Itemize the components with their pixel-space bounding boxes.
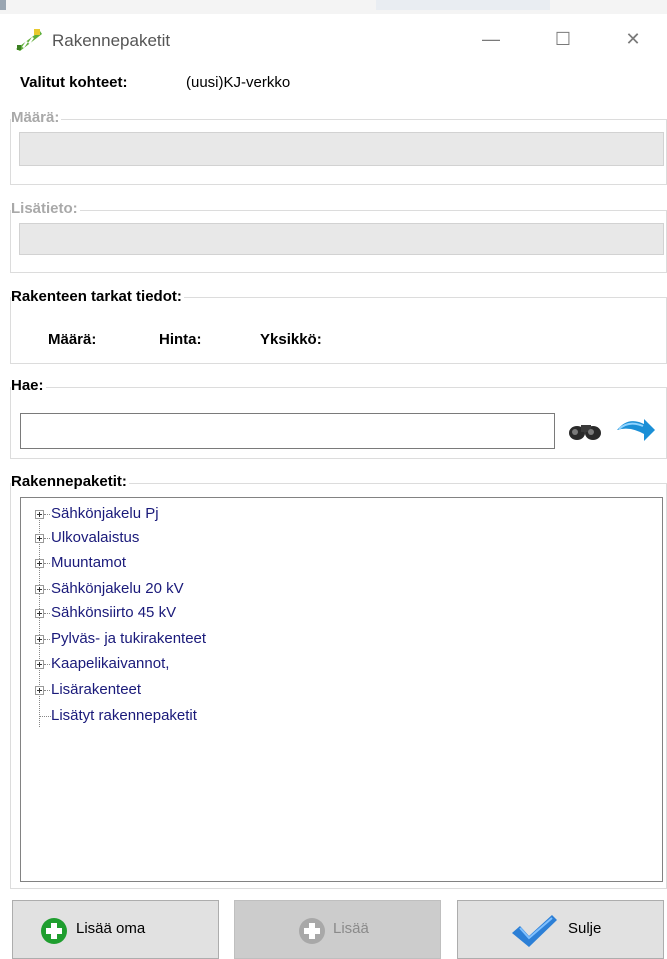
lisatieto-input — [19, 223, 664, 255]
add-own-label: Lisää oma — [76, 920, 146, 937]
search-legend: Hae: — [11, 377, 46, 394]
background-decoration — [376, 0, 550, 10]
binoculars-icon[interactable] — [568, 418, 604, 444]
close-label: Sulje — [568, 920, 602, 937]
lisatieto-legend: Lisätieto: — [11, 200, 80, 217]
add-own-button[interactable]: Lisää oma — [12, 900, 219, 959]
tree-item-label: Muuntamot — [51, 554, 127, 571]
expand-icon[interactable] — [35, 686, 44, 695]
maara-legend: Määrä: — [11, 109, 62, 126]
plus-circle-icon — [40, 917, 68, 949]
tree-item-label: Lisätyt rakennepaketit — [51, 707, 197, 724]
detail-hinta-label: Hinta: — [159, 331, 202, 348]
expand-icon[interactable] — [35, 585, 44, 594]
expand-icon[interactable] — [35, 635, 44, 644]
structure-details-legend: Rakenteen tarkat tiedot: — [11, 288, 184, 305]
detail-yksikko-label: Yksikkö: — [260, 331, 322, 348]
expand-icon[interactable] — [35, 534, 44, 543]
expand-icon[interactable] — [35, 660, 44, 669]
title-bar[interactable]: Rakennepaketit — ☐ ✕ — [0, 14, 667, 64]
checkmark-icon — [510, 913, 558, 953]
tree-item-label: Sähkönjakelu Pj — [51, 505, 159, 522]
tree-item-label: Ulkovalaistus — [51, 529, 140, 546]
structure-icon — [14, 27, 44, 53]
selected-targets-row: Valitut kohteet: (uusi)KJ-verkko — [20, 74, 290, 91]
add-button[interactable]: Lisää — [234, 900, 441, 959]
packages-legend: Rakennepaketit: — [11, 473, 129, 490]
expand-icon[interactable] — [35, 510, 44, 519]
arrow-icon[interactable] — [614, 416, 658, 446]
plus-circle-icon — [298, 917, 326, 949]
maara-group: Määrä: — [10, 109, 667, 185]
close-button[interactable]: Sulje — [457, 900, 664, 959]
minimize-button[interactable]: — — [468, 20, 514, 58]
lisatieto-group: Lisätieto: — [10, 200, 667, 273]
tree-item-label: Pylväs- ja tukirakenteet — [51, 630, 207, 647]
maara-input — [19, 132, 664, 166]
selected-targets-value: (uusi)KJ-verkko — [186, 74, 291, 91]
packages-tree[interactable]: Sähkönjakelu Pj Ulkovalaistus Muuntamot … — [20, 497, 663, 882]
tree-item-label: Sähkönjakelu 20 kV — [51, 580, 184, 597]
window-title: Rakennepaketit — [52, 31, 171, 50]
expand-icon[interactable] — [35, 559, 44, 568]
tree-item-label: Sähkönsiirto 45 kV — [51, 604, 177, 621]
search-input[interactable] — [20, 413, 555, 449]
structure-details-group: Rakenteen tarkat tiedot: Määrä: Hinta: Y… — [10, 288, 667, 364]
maximize-button[interactable]: ☐ — [540, 20, 586, 58]
background-decoration — [0, 0, 6, 10]
expand-icon[interactable] — [35, 609, 44, 618]
tree-item-label: Kaapelikaivannot, — [51, 655, 170, 672]
background-strip — [0, 0, 667, 15]
detail-maara-label: Määrä: — [48, 331, 97, 348]
close-window-button[interactable]: ✕ — [610, 20, 656, 58]
selected-targets-label: Valitut kohteet: — [20, 74, 128, 91]
tree-item-label: Lisärakenteet — [51, 681, 142, 698]
add-label: Lisää — [333, 920, 369, 937]
